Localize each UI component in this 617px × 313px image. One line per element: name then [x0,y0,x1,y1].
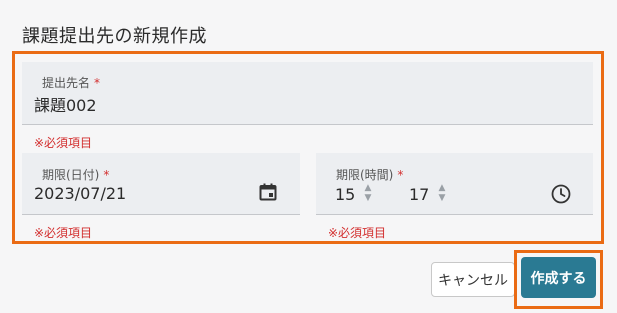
name-field[interactable]: 提出先名 * 課題002 [22,62,593,125]
required-mark: * [94,76,101,90]
name-error: ※必須項目 [34,136,93,150]
minute-spinner[interactable]: ▲ ▼ [437,183,447,203]
required-mark: * [103,168,110,182]
cancel-button[interactable]: キャンセル [431,262,515,297]
deadline-date-field[interactable]: 期限(日付) * 2023/07/21 [22,153,300,215]
calendar-icon[interactable] [258,182,278,202]
hour-up-arrow-icon[interactable]: ▲ [363,183,373,193]
deadline-time-error: ※必須項目 [328,226,387,240]
dialog-title: 課題提出先の新規作成 [22,26,207,47]
deadline-time-label: 期限(時間) * [336,166,403,183]
hour-down-arrow-icon[interactable]: ▼ [363,193,373,203]
minute-input[interactable]: 17 [409,185,429,204]
hour-spinner[interactable]: ▲ ▼ [363,183,373,203]
name-label-text: 提出先名 [42,76,91,90]
deadline-date-label: 期限(日付) * [42,166,109,183]
deadline-time-label-text: 期限(時間) [336,168,394,182]
clock-icon[interactable] [550,183,572,205]
deadline-date-error: ※必須項目 [34,226,93,240]
deadline-time-field[interactable]: 期限(時間) * [316,153,593,215]
deadline-date-input[interactable]: 2023/07/21 [34,184,126,203]
minute-down-arrow-icon[interactable]: ▼ [437,193,447,203]
deadline-date-label-text: 期限(日付) [42,168,100,182]
minute-up-arrow-icon[interactable]: ▲ [437,183,447,193]
create-button[interactable]: 作成する [521,257,596,298]
required-mark: * [397,168,404,182]
hour-input[interactable]: 15 [335,185,355,204]
name-input[interactable]: 課題002 [34,92,97,116]
name-field-label: 提出先名 * [42,74,100,91]
